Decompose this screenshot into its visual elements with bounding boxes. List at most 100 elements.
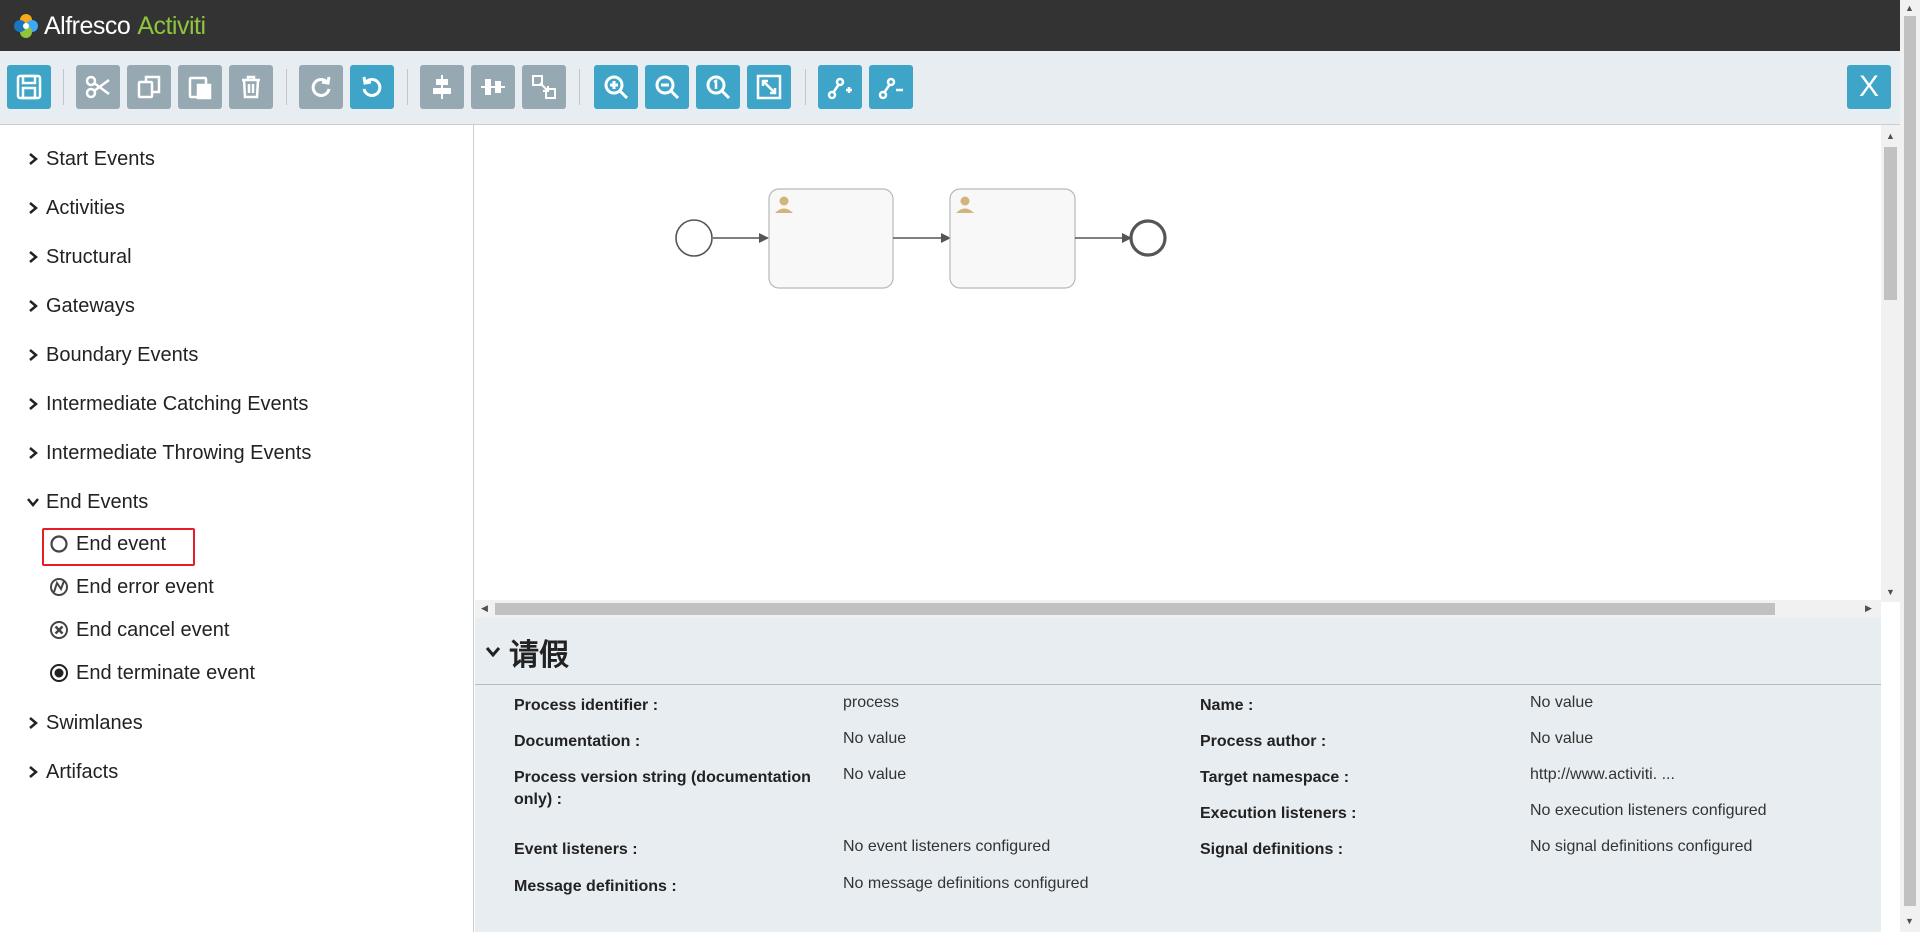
same-size-icon [532,75,556,99]
palette-item-end-terminate-event[interactable]: End terminate event [48,658,255,688]
page-vertical-scrollbar[interactable]: ▲ ▼ [1900,0,1920,932]
app-logo: Alfresco Activiti [12,9,206,43]
zoom-actual-icon [706,75,731,100]
palette-group-start-events[interactable]: Start Events [26,144,155,174]
palette-group-boundary-events[interactable]: Boundary Events [26,340,198,370]
cut-button[interactable] [76,65,120,109]
palette-group-label: Activities [46,196,125,219]
save-button[interactable] [7,65,51,109]
property-value-signal-definitions[interactable]: No signal definitions configured [1530,836,1752,858]
property-value-target-namespace[interactable]: http://www.activiti. ... [1530,764,1675,786]
app-header: Alfresco Activiti [0,0,1900,51]
scroll-up-arrow-icon[interactable]: ▲ [1886,131,1895,141]
palette-group-gateways[interactable]: Gateways [26,291,135,321]
toolbar-separator [579,69,580,105]
zoom-actual-button[interactable] [696,65,740,109]
palette-group-activities[interactable]: Activities [26,193,125,223]
fit-screen-icon [756,74,782,100]
property-value-process-author[interactable]: No value [1530,728,1593,750]
undo-icon [362,76,382,97]
add-bendpoint-button[interactable] [818,65,862,109]
align-horizontal-button[interactable] [420,65,464,109]
property-value-process-identifier[interactable]: process [843,692,899,714]
canvas-horizontal-scrollbar[interactable]: ◀ ▶ [475,600,1881,618]
property-value-documentation[interactable]: No value [843,728,906,750]
property-label: Name : [1200,697,1254,714]
property-value-version-string[interactable]: No value [843,764,906,786]
scrollbar-thumb[interactable] [495,603,1775,615]
palette-item-label: End error event [76,575,214,598]
scrollbar-thumb[interactable] [1904,16,1916,906]
scroll-up-arrow-icon[interactable]: ▲ [1905,3,1914,13]
palette-group-label: Artifacts [46,760,119,783]
delete-button[interactable] [229,65,273,109]
scroll-down-arrow-icon[interactable]: ▼ [1886,587,1895,597]
align-horizontal-icon [433,75,451,99]
logo-product-text: Activiti [137,11,206,40]
diagram-canvas[interactable] [475,125,1881,602]
palette-item-label: End cancel event [76,618,230,641]
shape-palette: Start Events Activities Structural Gatew… [0,125,474,932]
zoom-in-button[interactable] [594,65,638,109]
chevron-down-icon [26,497,40,507]
palette-group-end-events[interactable]: End Events [26,487,148,517]
end-event-shape[interactable] [1129,219,1167,257]
scroll-left-arrow-icon[interactable]: ◀ [481,603,488,614]
alfresco-flower-icon [14,14,38,38]
scroll-down-arrow-icon[interactable]: ▼ [1905,916,1914,926]
copy-button[interactable] [127,65,171,109]
property-value-execution-listeners[interactable]: No execution listeners configured [1530,800,1767,822]
align-vertical-button[interactable] [471,65,515,109]
palette-item-end-cancel-event[interactable]: End cancel event [48,615,229,645]
palette-group-label: Intermediate Throwing Events [46,441,312,464]
canvas-vertical-scrollbar[interactable]: ▲ ▼ [1881,125,1900,602]
zoom-fit-button[interactable] [747,65,791,109]
property-value-event-listeners[interactable]: No event listeners configured [843,836,1050,858]
user-task-shape[interactable] [768,188,894,289]
palette-group-label: End Events [46,490,149,513]
remove-bendpoint-icon [878,77,903,100]
property-label: Execution listeners : [1200,805,1357,822]
palette-group-structural[interactable]: Structural [26,242,132,272]
paste-button[interactable] [178,65,222,109]
process-diagram [675,188,1167,289]
property-value-message-definitions[interactable]: No message definitions configured [843,873,1088,895]
zoom-out-button[interactable] [645,65,689,109]
palette-group-label: Structural [46,245,132,268]
end-cancel-event-icon [48,619,70,641]
logo-brand-text: Alfresco [44,11,131,40]
paste-icon [188,76,212,100]
property-label: Process identifier : [514,697,659,714]
scrollbar-thumb[interactable] [1884,147,1897,300]
palette-group-label: Swimlanes [46,711,143,734]
redo-button[interactable] [299,65,343,109]
user-task-shape[interactable] [949,188,1076,289]
process-name-title: 请假 [509,639,569,672]
remove-bendpoint-button[interactable] [869,65,913,109]
property-label: Target namespace : [1200,769,1350,786]
chevron-right-icon [26,447,40,459]
start-event-shape[interactable] [675,219,713,257]
chevron-right-icon [26,349,40,361]
palette-group-intermediate-catching-events[interactable]: Intermediate Catching Events [26,389,308,419]
toolbar-separator [63,69,64,105]
property-value-name[interactable]: No value [1530,692,1593,714]
add-bendpoint-icon [827,77,852,100]
palette-group-label: Boundary Events [46,343,199,366]
palette-group-swimlanes[interactable]: Swimlanes [26,708,143,738]
palette-item-end-error-event[interactable]: End error event [48,572,214,602]
scroll-right-arrow-icon[interactable]: ▶ [1865,603,1872,614]
palette-group-label: Gateways [46,294,135,317]
close-editor-button[interactable]: X [1847,65,1891,109]
chevron-right-icon [26,300,40,312]
palette-group-artifacts[interactable]: Artifacts [26,757,118,787]
palette-group-intermediate-throwing-events[interactable]: Intermediate Throwing Events [26,438,311,468]
property-label: Signal definitions : [1200,841,1344,858]
trash-icon [242,75,260,99]
redo-icon [311,76,331,97]
undo-button[interactable] [350,65,394,109]
property-panel-header[interactable]: 请假 [485,632,569,672]
zoom-out-icon [655,75,680,100]
toolbar-separator [805,69,806,105]
same-size-button[interactable] [522,65,566,109]
